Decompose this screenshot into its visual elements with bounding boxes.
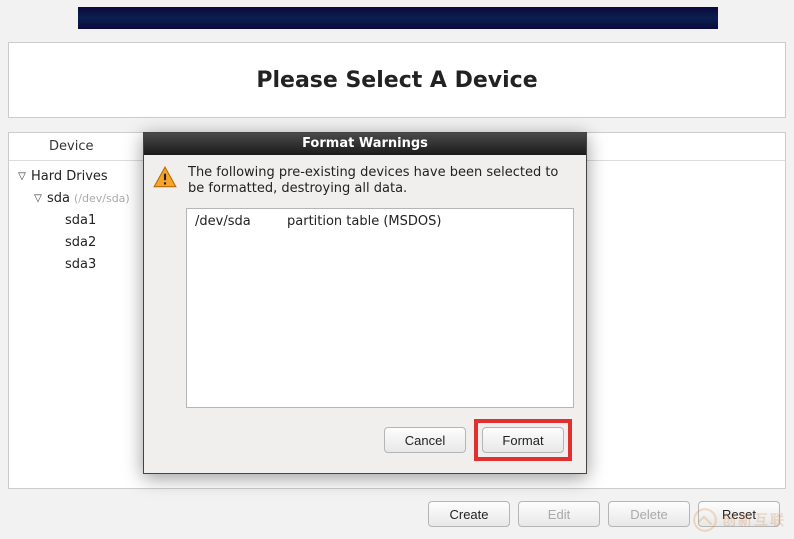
devices-to-format-list: /dev/sda partition table (MSDOS) [186,208,574,408]
expand-arrow-icon[interactable]: ▽ [31,193,45,204]
list-item: /dev/sda partition table (MSDOS) [195,214,565,229]
format-warning-dialog: Format Warnings The following pre-existi… [143,132,587,474]
dialog-message: The following pre-existing devices have … [188,165,574,198]
list-item-device: /dev/sda [195,214,287,229]
tree-partition[interactable]: sda3 [15,253,130,275]
warning-icon [152,165,180,198]
tree-partition-label: sda1 [63,213,96,228]
dialog-actions: Cancel Format [384,419,572,461]
format-button-highlight: Format [474,419,572,461]
create-button[interactable]: Create [428,501,510,527]
column-device[interactable]: Device [9,139,133,154]
title-panel: Please Select A Device [8,42,786,118]
tree-disk-label: sda [45,191,70,206]
device-tree: ▽ Hard Drives ▽ sda (/dev/sda) sda1 sda2… [15,165,130,275]
tree-disk[interactable]: ▽ sda (/dev/sda) [15,187,130,209]
reset-button[interactable]: Reset [698,501,780,527]
expand-arrow-icon[interactable]: ▽ [15,171,29,182]
delete-button: Delete [608,501,690,527]
tree-root[interactable]: ▽ Hard Drives [15,165,130,187]
footer-actions: Create Edit Delete Reset [428,501,780,527]
list-item-desc: partition table (MSDOS) [287,214,441,229]
page-title: Please Select A Device [256,68,537,93]
dialog-title: Format Warnings [144,133,586,155]
tree-partition[interactable]: sda2 [15,231,130,253]
tree-partition-label: sda3 [63,257,96,272]
tree-root-label: Hard Drives [29,169,108,184]
cancel-button[interactable]: Cancel [384,427,466,453]
dialog-body: The following pre-existing devices have … [144,155,586,208]
tree-disk-path: (/dev/sda) [74,192,130,205]
edit-button: Edit [518,501,600,527]
tree-partition-label: sda2 [63,235,96,250]
top-banner [78,7,718,29]
format-button[interactable]: Format [482,427,564,453]
tree-partition[interactable]: sda1 [15,209,130,231]
